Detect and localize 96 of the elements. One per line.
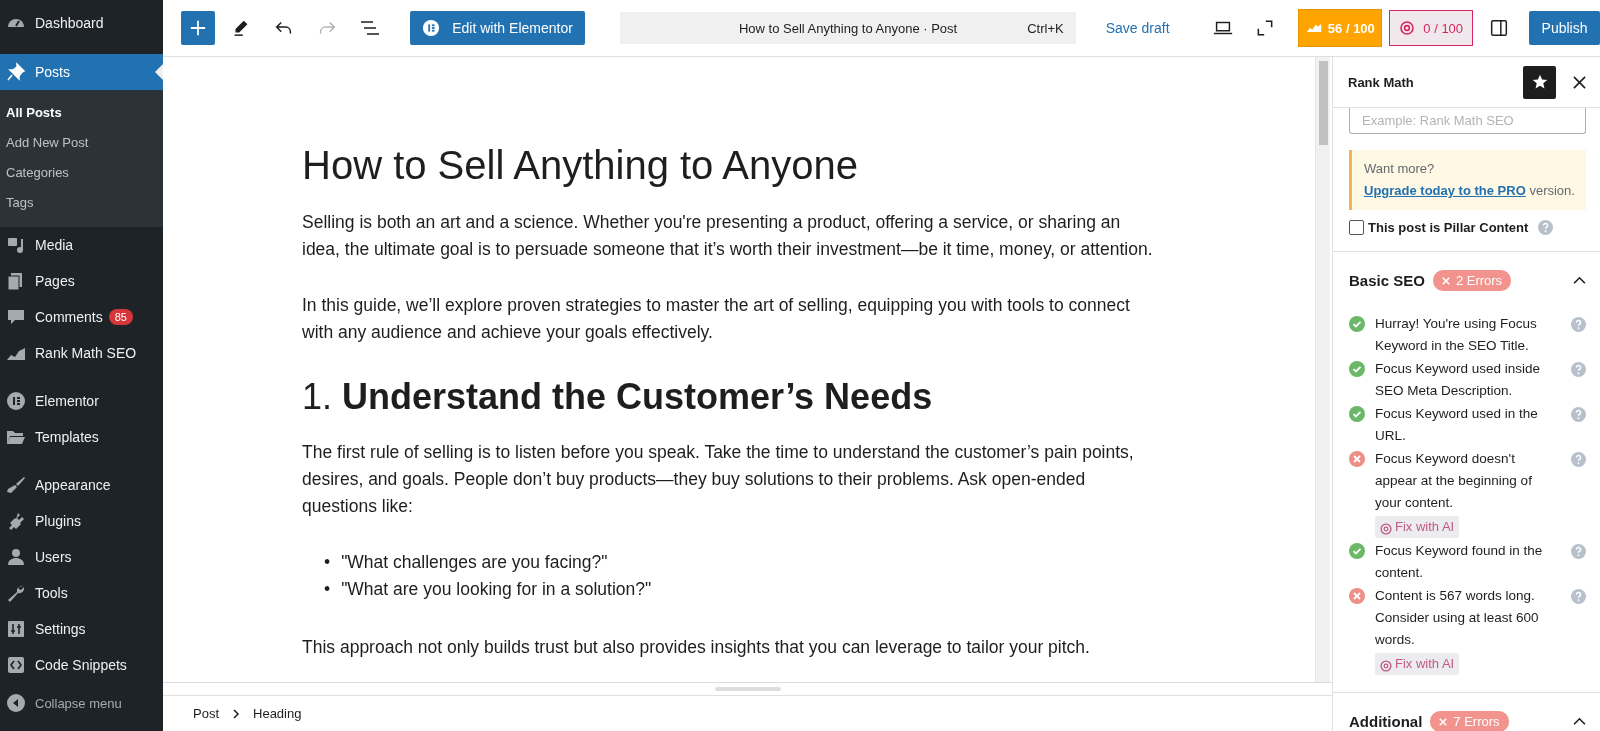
submenu-item[interactable]: Tags xyxy=(0,188,163,218)
checkbox[interactable] xyxy=(1349,220,1364,235)
speech-bubble-icon xyxy=(6,307,26,327)
scrollbar-thumb[interactable] xyxy=(1318,61,1328,145)
admin-menu-item[interactable]: Elementor xyxy=(0,383,163,419)
admin-menu-item[interactable]: Dashboard xyxy=(0,0,163,46)
toggle-button[interactable] xyxy=(1573,717,1586,726)
fix-with-ai-button[interactable]: Fix with AI xyxy=(1375,516,1460,538)
error-count-badge: 7 Errors xyxy=(1430,711,1509,731)
check-result-text: Focus Keyword found in the content. xyxy=(1375,543,1543,580)
help-icon xyxy=(1538,220,1554,235)
breadcrumb-link[interactable]: Post xyxy=(191,706,221,721)
resize-handle[interactable] xyxy=(714,687,781,691)
paragraph[interactable]: This approach not only builds trust but also provides insights that you can leverage to tailor your pitch. xyxy=(302,634,1162,661)
admin-menu-item[interactable]: Templates xyxy=(0,419,163,455)
wrench-icon xyxy=(6,583,26,603)
admin-menu-item[interactable]: Comments 85 xyxy=(0,299,163,335)
content-ai-score-button[interactable]: 0 / 100 xyxy=(1389,10,1474,46)
focus-keyword-field[interactable]: Example: Rank Math SEO xyxy=(1349,108,1586,134)
elementor-icon xyxy=(422,19,441,37)
panel-title: Rank Math xyxy=(1348,74,1415,90)
help-icon xyxy=(1571,589,1586,604)
admin-menu-item[interactable]: Appearance xyxy=(0,467,163,503)
check-circle-icon xyxy=(1349,543,1365,559)
admin-menu-item[interactable]: Media xyxy=(0,227,163,263)
upgrade-notice: Want more? Upgrade today to the PRO version. xyxy=(1349,150,1586,210)
chevron-icon xyxy=(1573,276,1586,285)
admin-menu-item[interactable]: Tools xyxy=(0,575,163,611)
plus-icon xyxy=(188,19,207,37)
check-result-text: Focus Keyword doesn't appear at the beginning of your content. xyxy=(1375,451,1532,510)
edit-with-elementor-button[interactable]: Edit with Elementor xyxy=(409,11,586,45)
elementor-icon xyxy=(6,391,26,411)
admin-menu-item[interactable]: Code Snippets xyxy=(0,647,163,683)
favorite-button[interactable] xyxy=(1523,65,1556,99)
cross-icon xyxy=(1439,717,1448,726)
star-icon xyxy=(1531,74,1548,90)
fix-with-ai-button[interactable]: Fix with AI xyxy=(1375,653,1460,675)
check-result-text: Focus Keyword used in the URL. xyxy=(1375,406,1538,443)
check-circle-icon xyxy=(1349,316,1365,332)
section-heading[interactable]: 1. Understand the Customer’s Needs xyxy=(302,375,1162,419)
checkbox-label[interactable]: This post is Pillar Content xyxy=(1368,220,1529,235)
person-icon xyxy=(6,547,26,567)
check-result-text: Content is 567 words long. Consider using at least 600 words. xyxy=(1375,588,1539,647)
list-bullet: • xyxy=(324,551,331,574)
cross-circle-icon xyxy=(1349,451,1365,467)
count-badge: 85 xyxy=(108,309,133,325)
help-icon xyxy=(1571,544,1586,559)
media-icon xyxy=(6,235,26,255)
publish-button[interactable]: Publish xyxy=(1529,11,1600,45)
save-draft-button[interactable]: Save draft xyxy=(1105,20,1170,36)
paragraph[interactable]: Selling is both an art and a science. Whether you're presenting a product, offering a service, or sharing an idea, the ultimate goal is to persuade someone that it’s worth their investment—be it time, money, or attention. xyxy=(302,209,1162,263)
breadcrumb-link[interactable]: Heading xyxy=(251,706,304,721)
list-item[interactable]: "What are you looking for in a solution?" xyxy=(341,576,652,603)
post-title[interactable]: How to Sell Anything to Anyone xyxy=(302,141,1162,189)
chevron-right-icon xyxy=(231,708,241,719)
toggle-button[interactable] xyxy=(1573,276,1586,285)
help-icon xyxy=(1571,362,1586,377)
cross-icon xyxy=(1441,276,1450,285)
pin-icon xyxy=(6,62,26,82)
admin-menu-item[interactable]: Rank Math SEO xyxy=(0,335,163,371)
paragraph[interactable]: In this guide, we’ll explore proven strategies to master the art of selling, equipping you with tools to connect with any audience and achieve your goals effectively. xyxy=(302,292,1162,346)
check-circle-icon xyxy=(1349,406,1365,422)
admin-menu-item[interactable]: Settings xyxy=(0,611,163,647)
collapse-menu-button[interactable]: Collapse menu xyxy=(0,685,163,721)
close-icon xyxy=(1572,75,1586,89)
code-icon xyxy=(6,655,26,675)
admin-menu-item[interactable]: Users xyxy=(0,539,163,575)
help-icon xyxy=(1571,317,1586,332)
submenu-item[interactable]: Add New Post xyxy=(0,128,163,158)
scrollbar[interactable] xyxy=(1315,57,1330,682)
submenu-item[interactable]: All Posts xyxy=(0,98,163,128)
admin-menu-item[interactable]: Plugins xyxy=(0,503,163,539)
section-title: Basic SEO xyxy=(1349,272,1425,289)
admin-menu-item[interactable]: Pages xyxy=(0,263,163,299)
add-block-button[interactable] xyxy=(181,11,215,45)
admin-menu-item[interactable]: Posts xyxy=(0,54,163,90)
upgrade-link[interactable]: Upgrade today to the PRO xyxy=(1364,183,1526,198)
sliders-icon xyxy=(6,619,26,639)
brush-icon xyxy=(6,475,26,495)
section-title: Additional xyxy=(1349,713,1423,730)
help-icon xyxy=(1571,407,1586,422)
cross-circle-icon xyxy=(1349,588,1365,604)
check-result-text: Focus Keyword used inside SEO Meta Description. xyxy=(1375,361,1541,398)
document-title: How to Sell Anything to Anyone · Post xyxy=(738,20,958,36)
menu-item-label: Comments xyxy=(35,309,103,325)
help-icon xyxy=(1571,452,1586,467)
chevron-icon xyxy=(1573,717,1586,726)
submenu-item[interactable]: Categories xyxy=(0,158,163,188)
list-bullet: • xyxy=(324,578,331,601)
error-count-badge: 2 Errors xyxy=(1432,270,1512,291)
command-bar[interactable]: How to Sell Anything to Anyone · Post Ctrl+K xyxy=(620,12,1076,44)
check-result-text: Hurray! You're using Focus Keyword in the SEO Title. xyxy=(1375,316,1537,353)
check-circle-icon xyxy=(1349,361,1365,377)
list-item[interactable]: "What challenges are you facing?" xyxy=(341,549,608,576)
shortcut-hint: Ctrl+K xyxy=(1027,21,1064,36)
paragraph[interactable]: The first rule of selling is to listen before you speak. Take the time to understand the customer’s pain points, desires, and goals. People don’t buy products—they buy solutions to their problems. Ask open-ended questions like: xyxy=(302,439,1162,520)
